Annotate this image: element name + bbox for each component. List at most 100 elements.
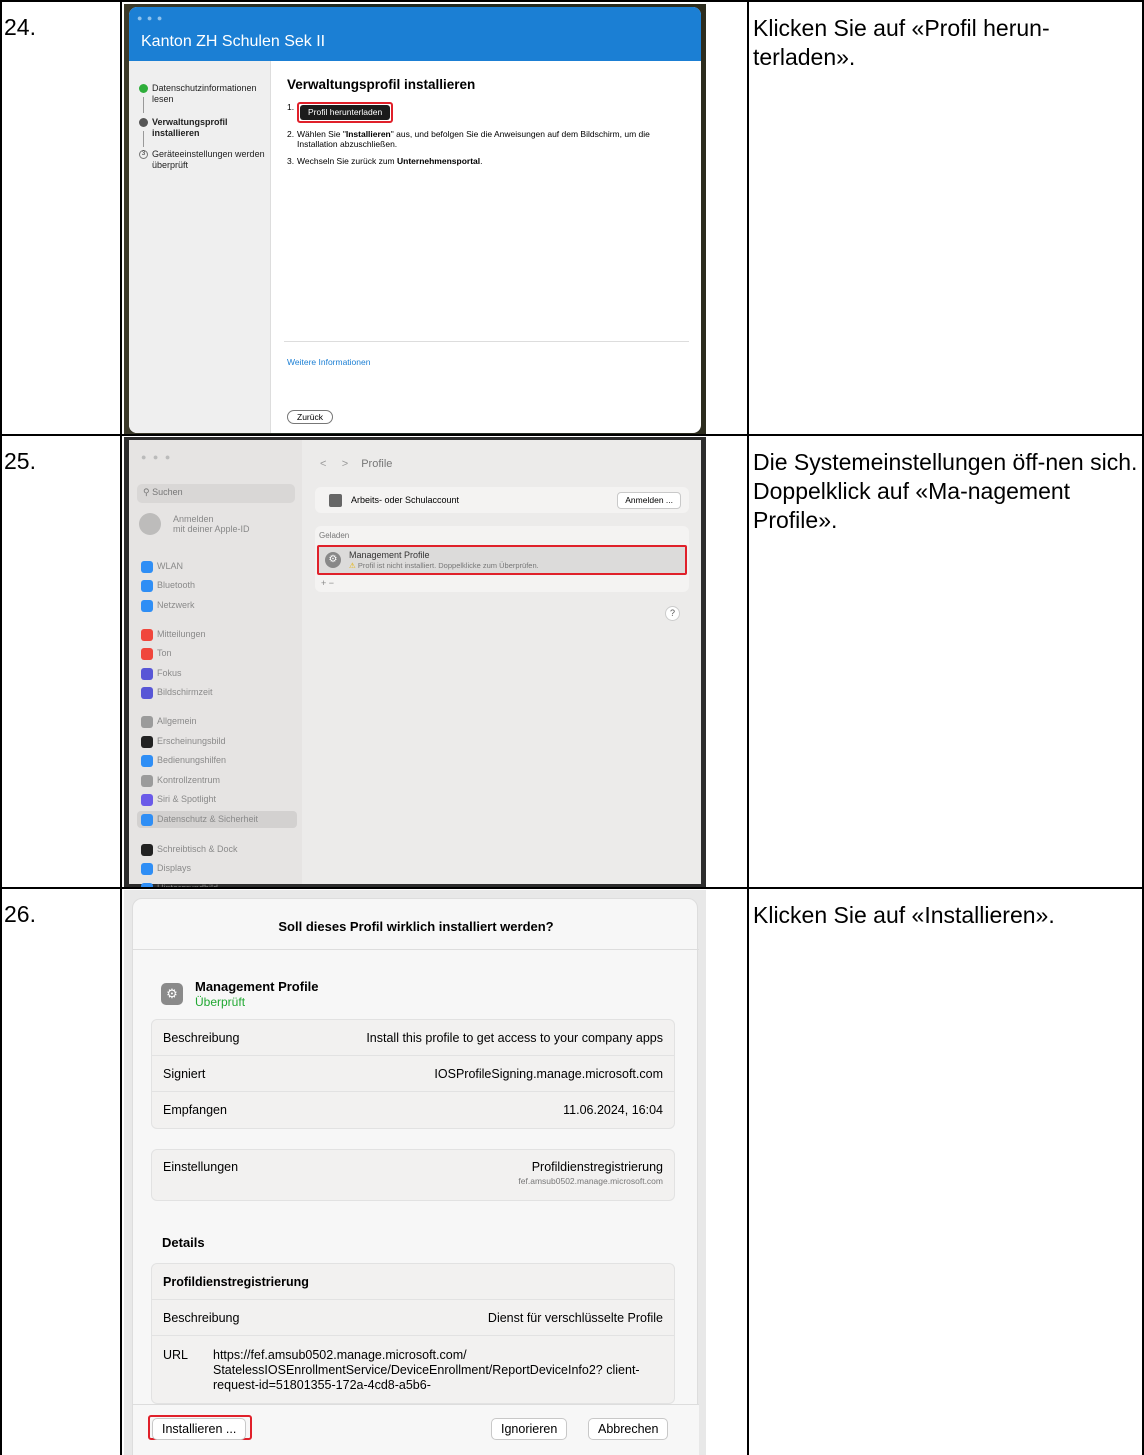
window-title: Kanton ZH Schulen Sek II (141, 33, 326, 50)
sidebar-item[interactable]: Schreibtisch & Dock (137, 841, 297, 858)
profile-status: ⚠ Profil ist nicht installiert. Doppelkl… (349, 561, 539, 570)
forward-chevron-icon[interactable]: > (342, 458, 348, 470)
item-text: Wählen Sie " (297, 128, 346, 139)
table-border-top (0, 0, 1144, 2)
detail-title-row: Profildienstregistrierung (152, 1264, 674, 1300)
install-button[interactable]: Installieren ... (152, 1418, 247, 1440)
gear-icon (141, 716, 153, 728)
sidebar-item[interactable]: Datenschutz & Sicherheit (137, 811, 297, 828)
detail-row: Beschreibung Dienst für verschlüsselte Pr… (152, 1300, 674, 1336)
page-title: Profile (361, 458, 393, 470)
sidebar-item[interactable]: WLAN (137, 558, 297, 575)
sidebar-item-label: Kontrollzentrum (157, 775, 221, 785)
main-content: Verwaltungsprofil installieren 1. Profil… (287, 77, 687, 172)
hourglass-icon (141, 687, 153, 699)
accessibility-icon (141, 755, 153, 767)
settings-value: Profildienstregistrierung (531, 1160, 663, 1174)
sidebar-item-label: Ton (157, 648, 172, 658)
sidebar-item[interactable]: Displays (137, 860, 297, 877)
sidebar-item[interactable]: Hintergrundbild (137, 880, 297, 887)
detail-title: Profildienstregistrierung (163, 1275, 309, 1289)
back-chevron-icon[interactable]: < (320, 458, 326, 470)
steps-sidebar: Datenschutzinformationen lesen Verwaltun… (129, 61, 271, 433)
dock-icon (141, 844, 153, 856)
appearance-icon (141, 736, 153, 748)
info-row: Signiert IOSProfileSigning.manage.microso… (152, 1056, 674, 1092)
item-text-bold: Installieren (345, 128, 391, 139)
wifi-icon (141, 561, 153, 573)
signin-button[interactable]: Anmelden ... (617, 492, 681, 509)
settings-sidebar: ● ● ● ⚲ Suchen Anmelden mit deiner Apple-… (129, 440, 302, 887)
back-button[interactable]: Zurück (287, 410, 333, 424)
sidebar-item[interactable]: Fokus (137, 665, 297, 682)
step-number: 24. (4, 14, 36, 40)
sidebar-item[interactable]: Siri & Spotlight (137, 791, 297, 808)
search-input[interactable]: ⚲ Suchen (137, 484, 295, 503)
sidebar-item[interactable]: Bildschirmzeit (137, 684, 297, 701)
add-remove-buttons[interactable]: + − (321, 578, 334, 588)
sidebar-item[interactable]: Bedienungshilfen (137, 752, 297, 769)
table-row-divider (0, 887, 1144, 889)
screenshot-company-portal: ● ● ● Kanton ZH Schulen Sek II Datenschu… (124, 4, 706, 434)
instruction-item: 3. Wechseln Sie zurück zum Unternehmensp… (287, 156, 687, 167)
details-heading: Details (162, 1235, 205, 1250)
url-value: https://fef.amsub0502.manage.microsoft.c… (213, 1348, 640, 1392)
step-connector (143, 97, 144, 113)
item-number: 3. (287, 155, 295, 166)
divider (133, 949, 699, 950)
gear-icon: ⚙ (161, 983, 183, 1005)
window-titlebar: ● ● ● Kanton ZH Schulen Sek II (129, 7, 701, 61)
window-controls[interactable]: ● ● ● (141, 452, 172, 462)
step-instruction: Klicken Sie auf «Installieren». (753, 902, 1055, 928)
info-key: Beschreibung (163, 1031, 240, 1045)
management-profile-row[interactable]: ⚙ Management Profile ⚠ Profil ist nicht … (317, 545, 687, 575)
display-icon (141, 863, 153, 875)
profile-info-card: Beschreibung Install this profile to get … (151, 1019, 675, 1129)
account-sublabel: mit deiner Apple-ID (173, 524, 250, 534)
dialog-footer: Installieren ... Ignorieren Abbrechen (133, 1404, 699, 1455)
table-column-divider (747, 0, 749, 1455)
step-label: Geräteeinstellungen werden überprüft (152, 149, 265, 170)
sidebar-item[interactable]: Mitteilungen (137, 626, 297, 643)
sidebar-item[interactable]: Allgemein (137, 713, 297, 730)
control-center-icon (141, 775, 153, 787)
profile-status-text: Profil ist nicht installiert. Doppelklic… (357, 561, 539, 570)
item-text: . (480, 155, 483, 166)
step-connector (143, 131, 144, 147)
sidebar-item[interactable]: Ton (137, 645, 297, 662)
highlight-box: Profil herunterladen (297, 102, 394, 123)
step-number-icon: 3 (139, 150, 148, 159)
step-number: 25. (4, 448, 36, 474)
sidebar-item-label: Netzwerk (157, 600, 195, 610)
more-info-link[interactable]: Weitere Informationen (287, 357, 370, 367)
sidebar-item[interactable]: Kontrollzentrum (137, 772, 297, 789)
sidebar-item[interactable]: Netzwerk (137, 597, 297, 614)
sidebar-item-label: Bildschirmzeit (157, 687, 213, 697)
download-profile-button[interactable]: Profil herunterladen (300, 105, 391, 120)
sidebar-item[interactable]: Bluetooth (137, 577, 297, 594)
instruction-item: 2. Wählen Sie "Installieren" aus, und be… (287, 129, 687, 150)
ignore-button[interactable]: Ignorieren (491, 1418, 568, 1440)
sidebar-item[interactable]: Erscheinungsbild (137, 733, 297, 750)
install-profile-dialog: Soll dieses Profil wirklich installiert … (132, 898, 699, 1455)
cancel-button[interactable]: Abbrechen (588, 1418, 669, 1440)
help-button[interactable]: ? (665, 606, 680, 621)
detail-value: Dienst für verschlüsselte Profile (487, 1311, 663, 1325)
siri-icon (141, 794, 153, 806)
gear-icon: ⚙ (325, 552, 341, 568)
search-icon: ⚲ (143, 487, 153, 497)
info-key: Signiert (163, 1067, 206, 1081)
settings-subvalue: fef.amsub0502.manage.microsoft.com (518, 1176, 663, 1186)
sidebar-item-label: Bedienungshilfen (157, 755, 227, 765)
sidebar-item-label: Fokus (157, 668, 182, 678)
instruction-item: 1. Profil herunterladen (287, 102, 687, 123)
warning-icon: ⚠ (349, 561, 356, 570)
avatar (139, 513, 161, 535)
step-number: 26. (4, 901, 36, 927)
info-row: Beschreibung Install this profile to get … (152, 1020, 674, 1056)
table-border-left (0, 0, 2, 1455)
sidebar-item-label: Erscheinungsbild (157, 736, 226, 746)
window-controls[interactable]: ● ● ● (137, 13, 163, 23)
current-step-icon (139, 118, 148, 127)
section-label: Geladen (319, 531, 350, 540)
